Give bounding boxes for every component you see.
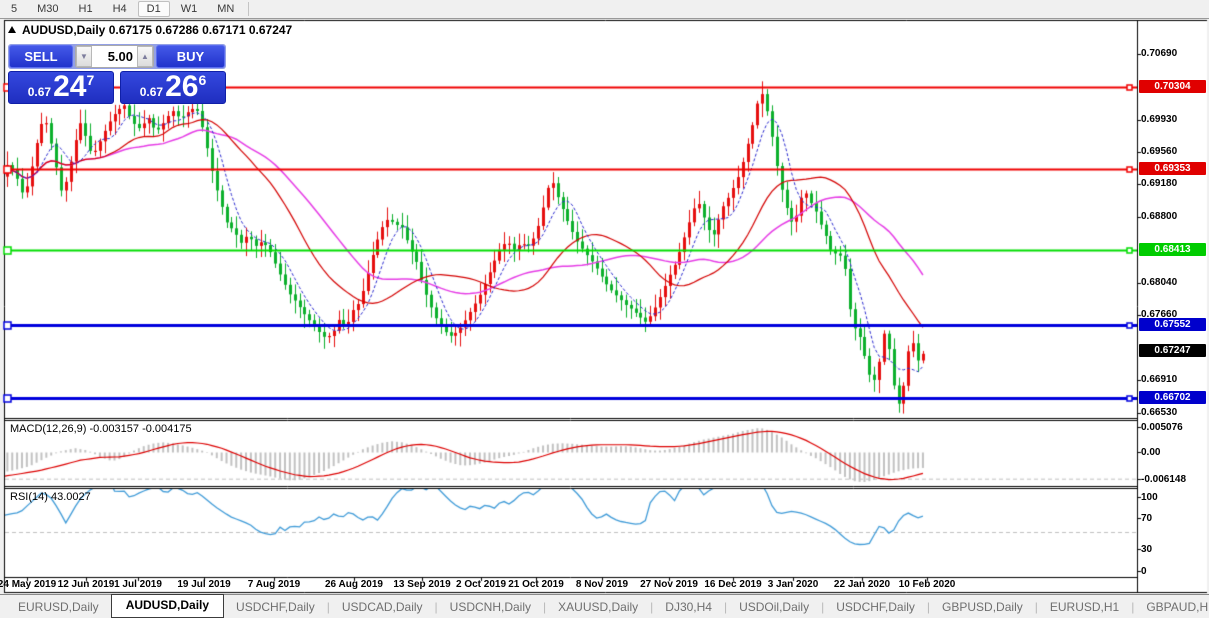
buy-button[interactable]: BUY: [156, 45, 225, 68]
volume-stepper: ▼ ▲: [75, 45, 154, 68]
price-axis-badge-0-67247: 0.67247: [1139, 344, 1206, 357]
rsi-axis-tick: 100: [1141, 492, 1158, 503]
date-axis-label: 2 Oct 2019: [456, 579, 506, 590]
price-axis-badge-0-66702: 0.66702: [1139, 391, 1206, 404]
one-click-trade-panel: SELL ▼ ▲ BUY 0.67 24 7 0.67 26 6: [8, 44, 226, 104]
buy-price-sup: 6: [198, 72, 206, 88]
buy-price-small: 0.67: [140, 85, 163, 99]
date-axis-label: 8 Nov 2019: [576, 579, 628, 590]
macd-axis-tick: -0.006148: [1141, 474, 1186, 485]
date-axis-label: 21 Oct 2019: [508, 579, 564, 590]
date-axis-label: 3 Jan 2020: [768, 579, 819, 590]
macd-axis-tick: 0.005076: [1141, 422, 1183, 433]
volume-input[interactable]: [92, 46, 137, 67]
sell-price-display[interactable]: 0.67 24 7: [8, 71, 114, 104]
chart-tab-bar: EURUSD,DailyAUDUSD,DailyUSDCHF,Daily|USD…: [0, 594, 1209, 618]
trade-panel-price-row: 0.67 24 7 0.67 26 6: [8, 71, 226, 104]
volume-increase-icon[interactable]: ▲: [137, 46, 153, 67]
collapse-triangle-icon[interactable]: [8, 26, 16, 33]
tab-eurusd-h1[interactable]: EURUSD,H1: [1038, 597, 1131, 618]
price-axis-badge-0-69353: 0.69353: [1139, 162, 1206, 175]
timeframe-button-mn[interactable]: MN: [208, 1, 243, 17]
macd-axis-tick: 0.00: [1141, 447, 1160, 458]
timeframe-button-h1[interactable]: H1: [70, 1, 102, 17]
timeframe-button-h4[interactable]: H4: [104, 1, 136, 17]
price-axis-tick: 0.68040: [1141, 277, 1177, 288]
volume-decrease-icon[interactable]: ▼: [76, 46, 92, 67]
tab-audusd-daily[interactable]: AUDUSD,Daily: [111, 594, 224, 618]
rsi-axis-tick: 0: [1141, 566, 1147, 577]
price-axis-tick: 0.69930: [1141, 114, 1177, 125]
tab-usdcad-daily[interactable]: USDCAD,Daily: [330, 597, 435, 618]
price-axis-tick: 0.69180: [1141, 178, 1177, 189]
tab-usdcnh-daily[interactable]: USDCNH,Daily: [438, 597, 543, 618]
trade-panel-top-row: SELL ▼ ▲ BUY: [8, 44, 226, 69]
date-axis-label: 16 Dec 2019: [704, 579, 761, 590]
price-axis-badge-0-67552: 0.67552: [1139, 318, 1206, 331]
price-axis-tick: 0.68800: [1141, 211, 1177, 222]
price-axis-badge-0-68413: 0.68413: [1139, 243, 1206, 256]
tab-gbpaud-h1[interactable]: GBPAUD,H1: [1134, 597, 1209, 618]
tab-usdchf-daily[interactable]: USDCHF,Daily: [824, 597, 927, 618]
timeframe-toolbar: 5M30H1H4D1W1MN: [0, 0, 1209, 19]
rsi-indicator-label: RSI(14) 43.0027: [10, 491, 91, 503]
tab-dj30-h4[interactable]: DJ30,H4: [653, 597, 724, 618]
price-axis-badge-0-70304: 0.70304: [1139, 80, 1206, 93]
chart-title: AUDUSD,Daily 0.67175 0.67286 0.67171 0.6…: [22, 23, 292, 37]
date-axis-label: 24 May 2019: [0, 579, 56, 590]
trading-platform-window: { "toolbar": { "timeframes": [ {"label":…: [0, 0, 1209, 618]
tab-eurusd-daily[interactable]: EURUSD,Daily: [6, 597, 111, 618]
sell-price-small: 0.67: [28, 85, 51, 99]
timeframe-button-5[interactable]: 5: [2, 1, 26, 17]
date-axis-label: 12 Jun 2019: [58, 579, 115, 590]
timeframe-button-m30[interactable]: M30: [28, 1, 67, 17]
macd-indicator-label: MACD(12,26,9) -0.003157 -0.004175: [10, 423, 192, 435]
sell-button[interactable]: SELL: [9, 45, 73, 68]
price-axis-tick: 0.69560: [1141, 146, 1177, 157]
buy-price-big: 26: [165, 72, 198, 102]
timeframe-button-d1[interactable]: D1: [138, 1, 170, 17]
date-axis-label: 27 Nov 2019: [640, 579, 698, 590]
chart-title-symbol: AUDUSD,Daily: [22, 23, 105, 37]
date-axis-label: 19 Jul 2019: [177, 579, 230, 590]
tab-usdoil-daily[interactable]: USDOil,Daily: [727, 597, 821, 618]
date-axis-label: 22 Jan 2020: [834, 579, 890, 590]
tab-usdchf-daily[interactable]: USDCHF,Daily: [224, 597, 327, 618]
chart-title-quotes: 0.67175 0.67286 0.67171 0.67247: [109, 23, 293, 37]
rsi-axis-tick: 30: [1141, 544, 1152, 555]
tab-gbpusd-daily[interactable]: GBPUSD,Daily: [930, 597, 1035, 618]
rsi-axis-tick: 70: [1141, 513, 1152, 524]
buy-price-display[interactable]: 0.67 26 6: [120, 71, 226, 104]
tab-xauusd-daily[interactable]: XAUUSD,Daily: [546, 597, 650, 618]
sell-price-big: 24: [53, 72, 86, 102]
toolbar-separator: [248, 2, 249, 16]
sell-price-sup: 7: [86, 72, 94, 88]
timeframe-button-w1[interactable]: W1: [172, 1, 207, 17]
price-axis-tick: 0.66910: [1141, 374, 1177, 385]
date-axis-label: 26 Aug 2019: [325, 579, 383, 590]
price-axis-tick: 0.66530: [1141, 407, 1177, 418]
date-axis-label: 10 Feb 2020: [899, 579, 956, 590]
date-axis-label: 1 Jul 2019: [114, 579, 162, 590]
date-axis-label: 7 Aug 2019: [248, 579, 300, 590]
date-axis-label: 13 Sep 2019: [393, 579, 450, 590]
price-axis-tick: 0.70690: [1141, 48, 1177, 59]
